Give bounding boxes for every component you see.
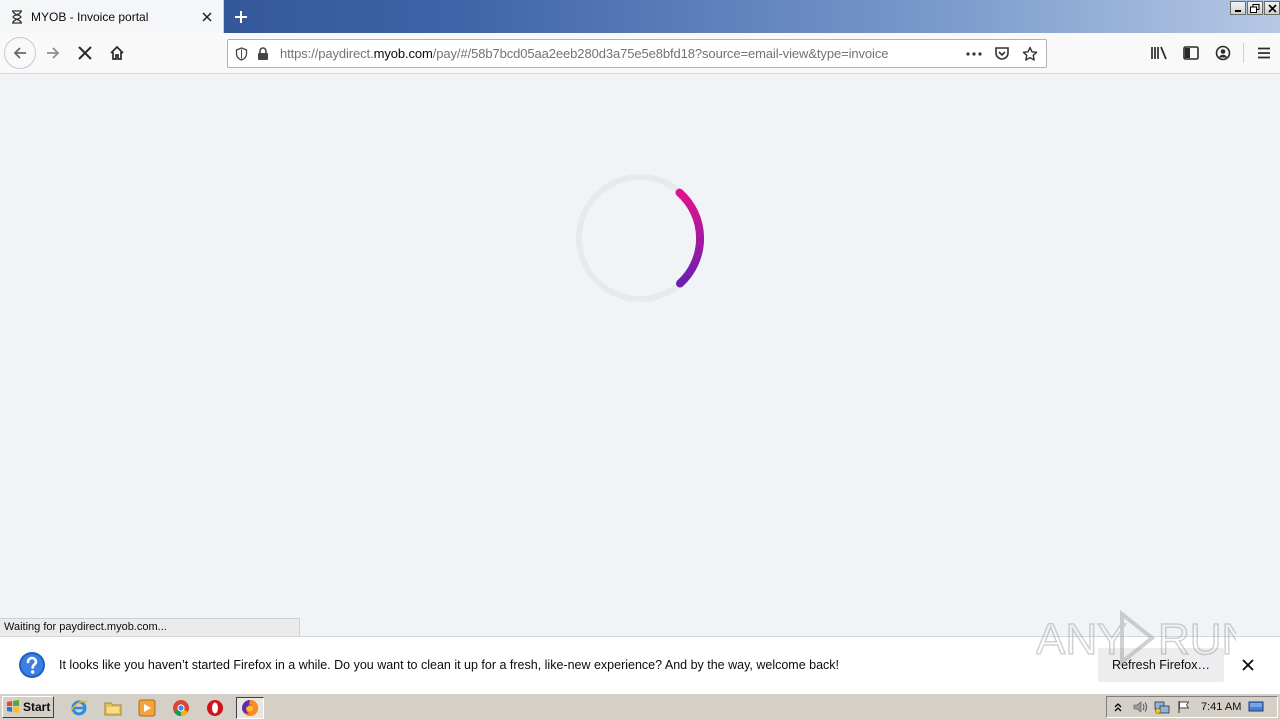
status-panel: Waiting for paydirect.myob.com... [0, 618, 300, 636]
restore-button[interactable] [1247, 1, 1263, 15]
refresh-firefox-button[interactable]: Refresh Firefox… [1098, 647, 1224, 682]
loading-spinner [576, 174, 705, 302]
toolbar-separator [1243, 43, 1244, 63]
network-icon[interactable] [1151, 697, 1173, 717]
close-tab-icon[interactable] [195, 5, 219, 29]
bookmark-star-icon[interactable] [1018, 42, 1042, 66]
account-icon [1215, 45, 1231, 61]
firefox-icon[interactable] [236, 697, 264, 719]
ie-icon[interactable] [68, 697, 90, 719]
stop-button[interactable] [69, 37, 101, 69]
back-button[interactable] [4, 37, 36, 69]
page-content [0, 74, 1280, 636]
tab-myob-invoice-portal[interactable]: MYOB - Invoice portal [0, 0, 224, 33]
url-domain: myob.com [373, 46, 433, 61]
tray-expand-icon[interactable] [1107, 697, 1129, 717]
tracking-protection-shield-icon[interactable] [230, 41, 252, 67]
url-prefix: https://paydirect. [280, 46, 374, 61]
start-label: Start [23, 700, 51, 714]
forward-button[interactable] [37, 37, 69, 69]
url-path: /pay/#/58b7bcd05aa2eeb280d3a75e5e8bfd18?… [432, 46, 889, 61]
url-bar[interactable]: https://paydirect.myob.com/pay/#/58b7bcd… [227, 39, 1047, 68]
taskbar-clock[interactable]: 7:41 AM [1201, 701, 1241, 713]
opera-icon[interactable] [204, 697, 226, 719]
chrome-icon[interactable] [170, 697, 192, 719]
windows-taskbar: Start 7:41 AM [0, 692, 1280, 720]
close-window-button[interactable] [1264, 1, 1280, 15]
library-button[interactable] [1143, 37, 1175, 69]
close-notification-icon[interactable] [1236, 653, 1260, 677]
question-icon [19, 651, 45, 678]
library-icon [1151, 46, 1167, 60]
padlock-icon[interactable] [252, 41, 274, 67]
url-text[interactable]: https://paydirect.myob.com/pay/#/58b7bcd… [274, 46, 962, 61]
window-controls [1230, 1, 1280, 16]
hamburger-icon [1258, 47, 1270, 59]
pocket-icon[interactable] [990, 42, 1014, 66]
start-button[interactable]: Start [2, 696, 54, 718]
sidebar-button[interactable] [1175, 37, 1207, 69]
minimize-button[interactable] [1230, 1, 1246, 15]
back-arrow-icon [13, 47, 26, 59]
notification-message: It looks like you haven’t started Firefo… [59, 657, 840, 672]
forward-arrow-icon [47, 47, 60, 59]
media-player-icon[interactable] [136, 697, 158, 719]
action-center-flag-icon[interactable] [1173, 697, 1195, 717]
stop-icon [78, 46, 92, 60]
windows-flag-icon [7, 700, 19, 713]
tab-title: MYOB - Invoice portal [31, 9, 149, 24]
new-tab-button[interactable] [226, 2, 256, 32]
sidebar-icon [1183, 46, 1199, 60]
system-tray: 7:41 AM [1106, 696, 1278, 718]
page-actions-menu-icon[interactable] [962, 42, 986, 66]
volume-icon[interactable] [1129, 697, 1151, 717]
tab-strip: MYOB - Invoice portal [0, 0, 1280, 33]
hourglass-icon [10, 9, 24, 24]
navigation-toolbar: https://paydirect.myob.com/pay/#/58b7bcd… [0, 33, 1280, 74]
account-button[interactable] [1207, 37, 1239, 69]
show-desktop-icon[interactable] [1245, 697, 1267, 717]
home-button[interactable] [101, 37, 133, 69]
app-menu-button[interactable] [1248, 37, 1280, 69]
folder-icon[interactable] [102, 697, 124, 719]
refresh-firefox-notification: It looks like you haven’t started Firefo… [0, 636, 1280, 692]
home-icon [110, 45, 124, 60]
